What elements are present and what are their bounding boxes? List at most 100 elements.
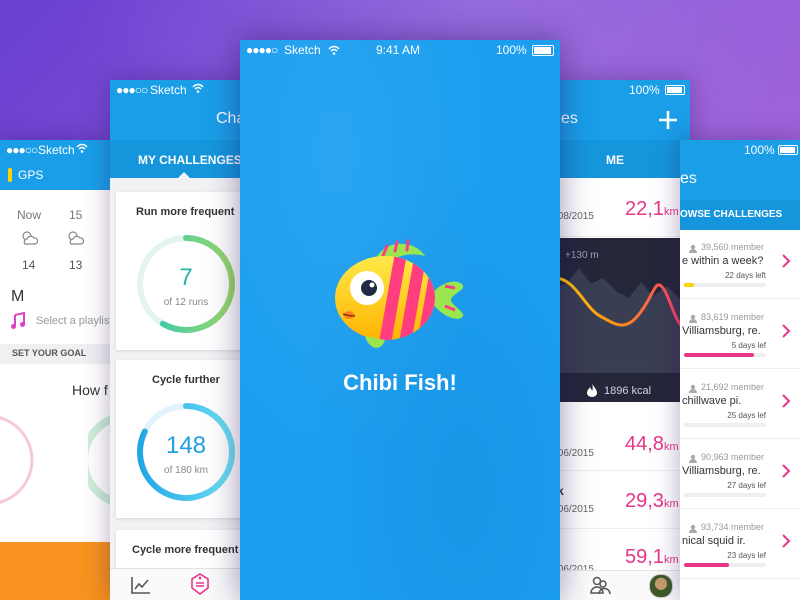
status-bar: ●●●○○ Sketch xyxy=(0,140,115,160)
gps-label[interactable]: GPS xyxy=(18,168,43,182)
avatar[interactable] xyxy=(649,574,673,598)
page-title: es xyxy=(680,170,697,187)
members-icon xyxy=(689,524,697,533)
member-count: 90,963 member xyxy=(701,452,765,462)
chevron-right-icon[interactable] xyxy=(782,394,791,408)
card-value: 7 xyxy=(179,264,193,291)
card-unit: of 12 runs xyxy=(163,297,209,308)
segmented-tabs: OWSE CHALLENGES xyxy=(680,200,800,230)
signal-icon: ●●●○○ xyxy=(116,83,148,97)
member-count: 83,619 member xyxy=(701,312,765,322)
tab-bar xyxy=(555,570,690,600)
mode-label: M xyxy=(11,288,25,305)
goal-header: SET YOUR GOAL xyxy=(0,344,115,364)
activity-row[interactable]: /08/2015 22,1 km xyxy=(555,180,690,237)
carrier-label: Sketch xyxy=(284,43,321,57)
challenge-list-item[interactable]: 39,560 member e within a week? 22 days lef… xyxy=(680,232,800,299)
progress-track xyxy=(684,423,766,427)
segmented-tabs: ME xyxy=(555,140,690,178)
activity-distance: 44,8 xyxy=(625,433,664,455)
activity-row[interactable]: /06/2015 44,8 km xyxy=(555,418,690,471)
activity-row[interactable]: k /06/2015 29,3 km xyxy=(555,472,690,529)
friends-icon[interactable] xyxy=(589,575,611,595)
phone-screen-activity: ●●●○○ Sketch GPS Now 15 14 13 M Select a… xyxy=(0,140,115,600)
weather-label-15: 15 xyxy=(69,208,83,222)
activity-chart: +130 m 1896 kcal xyxy=(555,238,690,402)
challenge-name: nical squid ir. xyxy=(682,535,746,547)
weather-label-now: Now xyxy=(17,208,42,222)
challenges-badge-icon[interactable] xyxy=(190,573,210,595)
flame-icon xyxy=(587,384,597,397)
battery-icon xyxy=(532,45,554,56)
tab-my-challenges[interactable]: MY CHALLENGES xyxy=(138,153,242,167)
cloud-sun-icon xyxy=(68,231,85,245)
members-icon xyxy=(689,454,697,463)
progress-track xyxy=(684,283,766,287)
phone-screen-splash: ●●●●○ Sketch 9:41 AM 100% Chibi Fish! xyxy=(240,40,560,600)
tab-browse-challenges[interactable]: OWSE CHALLENGES xyxy=(680,209,782,220)
battery-icon xyxy=(665,85,685,95)
goal-ring-left xyxy=(0,416,34,504)
status-bar: 100% xyxy=(680,140,800,160)
status-bar: 100% xyxy=(555,80,690,100)
member-count: 21,692 member xyxy=(701,382,765,392)
members-icon xyxy=(689,244,697,253)
music-note-icon xyxy=(11,312,25,329)
activity-unit: km xyxy=(664,498,679,510)
days-left: 22 days left xyxy=(725,271,766,280)
tab-me[interactable]: ME xyxy=(606,153,624,167)
goal-question: How f xyxy=(72,382,108,398)
challenge-list-item[interactable]: 93,734 member nical squid ir. 23 days lef xyxy=(680,512,800,579)
tab-bar xyxy=(110,568,245,600)
challenge-card[interactable]: Cycle more frequent xyxy=(116,530,241,570)
challenge-name: e within a week? xyxy=(682,255,764,267)
activity-row[interactable]: /06/2015 59,1 km xyxy=(555,530,690,575)
challenge-name: Villiamsburg, re. xyxy=(682,325,761,337)
challenge-card[interactable]: Cycle further 148 of 180 km xyxy=(116,360,241,518)
wifi-icon xyxy=(192,82,204,96)
progress-fill xyxy=(684,353,754,357)
chevron-right-icon[interactable] xyxy=(782,464,791,478)
nav-bar: Cha xyxy=(110,100,245,140)
activity-distance: 29,3 xyxy=(625,490,664,512)
progress-track xyxy=(684,353,766,357)
activity-date: /08/2015 xyxy=(555,211,594,222)
temp-15: 13 xyxy=(69,258,83,272)
clock: 9:41 AM xyxy=(376,43,421,57)
goal-label: SET YOUR GOAL xyxy=(12,348,87,358)
chevron-right-icon[interactable] xyxy=(782,534,791,548)
battery-label: 100% xyxy=(496,43,527,57)
activity-date: /06/2015 xyxy=(555,504,594,515)
activity-unit: km xyxy=(664,554,679,566)
elevation-label: +130 m xyxy=(565,250,599,261)
carrier-label: Sketch xyxy=(150,83,187,97)
challenge-name: chillwave pi. xyxy=(682,395,742,407)
challenge-list-item[interactable]: 21,692 member chillwave pi. 25 days lef xyxy=(680,372,800,439)
nav-bar: GPS xyxy=(0,160,115,190)
members-icon xyxy=(689,384,697,393)
phone-screen-me: 100% es ME /08/2015 22,1 km +130 m 1896 … xyxy=(555,80,690,600)
plus-icon[interactable] xyxy=(658,110,678,130)
playlist-select[interactable]: Select a playlist xyxy=(36,315,112,327)
chevron-right-icon[interactable] xyxy=(782,254,791,268)
progress-fill xyxy=(684,563,730,567)
challenge-name: Villiamsburg, re. xyxy=(682,465,761,477)
gps-icon xyxy=(8,168,12,182)
wifi-icon xyxy=(76,142,88,156)
start-button[interactable] xyxy=(0,542,115,600)
status-bar: ●●●●○ Sketch 9:41 AM 100% xyxy=(240,40,560,60)
activity-distance: 59,1 xyxy=(625,546,664,568)
challenge-list-item[interactable]: 90,963 member Villiamsburg, re. 27 days le… xyxy=(680,442,800,509)
signal-icon: ●●●○○ xyxy=(6,143,38,157)
challenge-list-item[interactable]: 83,619 member Villiamsburg, re. 5 days lef xyxy=(680,302,800,369)
activity-unit: km xyxy=(664,206,679,218)
card-title: Cycle more frequent xyxy=(132,544,239,556)
wifi-icon xyxy=(328,45,340,55)
page-title: es xyxy=(561,110,578,127)
stats-chart-icon[interactable] xyxy=(130,575,152,595)
battery-icon xyxy=(778,145,798,155)
days-left: 25 days lef xyxy=(727,411,766,420)
challenge-card[interactable]: Run more frequent 7 of 12 runs xyxy=(116,192,241,350)
carrier-label: Sketch xyxy=(38,143,75,157)
chevron-right-icon[interactable] xyxy=(782,324,791,338)
